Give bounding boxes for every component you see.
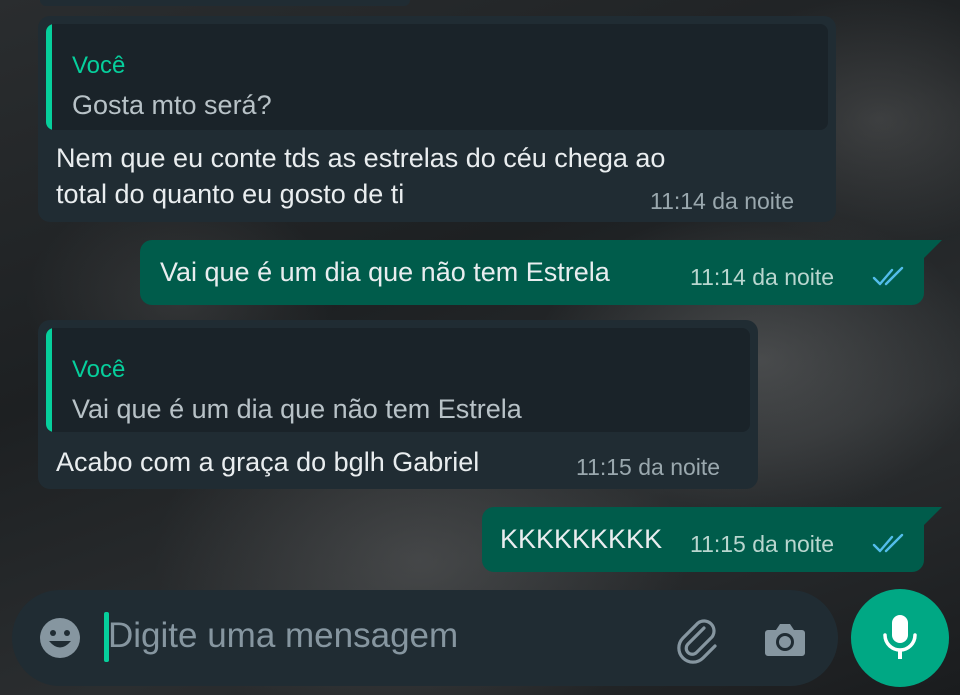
quoted-message[interactable]: Você Gosta mto será?	[46, 24, 828, 130]
message-time: 11:15 da noite	[576, 454, 721, 480]
quote-text: Gosta mto será?	[72, 90, 272, 120]
message-time: 11:15 da noite	[690, 531, 835, 557]
camera-icon[interactable]	[760, 614, 810, 664]
message-text: Acabo com a graça do bglh Gabriel	[56, 447, 480, 477]
quote-accent-bar	[46, 24, 52, 130]
quote-text: Vai que é um dia que não tem Estrela	[72, 394, 522, 424]
bubble-tail	[924, 507, 942, 525]
paperclip-icon[interactable]	[672, 614, 722, 664]
outgoing-message-4[interactable]: KKKKKKKKK 11:15 da noite	[482, 507, 924, 572]
quote-author: Você	[72, 52, 126, 79]
double-check-icon	[872, 266, 904, 286]
previous-message-edge	[40, 0, 410, 6]
quoted-message[interactable]: Você Vai que é um dia que não tem Estrel…	[46, 328, 750, 432]
outgoing-message-2[interactable]: Vai que é um dia que não tem Estrela 11:…	[140, 240, 924, 305]
message-input[interactable]: Digite uma mensagem	[108, 616, 458, 656]
quote-author: Você	[72, 356, 126, 383]
double-check-icon	[872, 533, 904, 553]
quote-accent-bar	[46, 328, 52, 432]
incoming-message-3[interactable]: Você Vai que é um dia que não tem Estrel…	[38, 320, 758, 489]
microphone-button[interactable]	[851, 589, 949, 687]
message-composer: Digite uma mensagem	[12, 590, 838, 686]
message-time: 11:14 da noite	[650, 188, 795, 214]
message-text-line-2: total do quanto eu gosto de ti	[56, 179, 405, 209]
message-text: KKKKKKKKK	[500, 524, 663, 554]
emoji-icon[interactable]	[38, 616, 82, 660]
microphone-icon	[883, 615, 917, 659]
message-text: Vai que é um dia que não tem Estrela	[160, 257, 610, 287]
incoming-message-1[interactable]: Você Gosta mto será? Nem que eu conte td…	[38, 16, 836, 222]
message-text-line-1: Nem que eu conte tds as estrelas do céu …	[56, 143, 666, 173]
message-time: 11:14 da noite	[690, 264, 835, 290]
bubble-tail	[924, 240, 942, 258]
